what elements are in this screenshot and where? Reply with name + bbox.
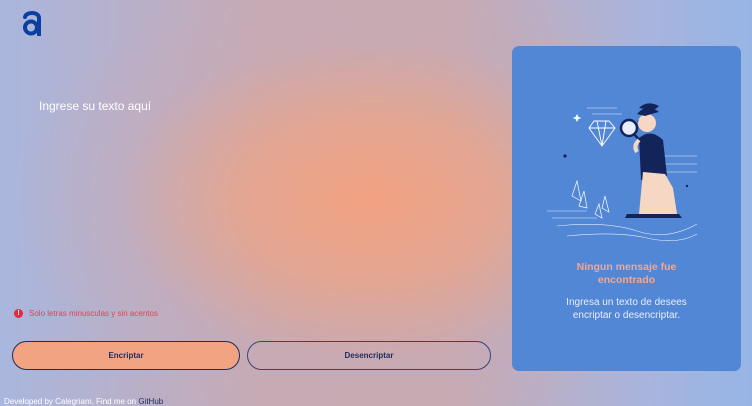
footer: Developed by Calegriam. Find me on GitHu… — [4, 397, 163, 406]
text-input-placeholder: Ingrese su texto aquí — [39, 99, 152, 113]
panel-text: Ingresa un texto de desees encriptar o d… — [566, 297, 687, 321]
logo — [20, 10, 44, 37]
encrypt-button[interactable]: Encriptar — [12, 341, 240, 370]
panel-title: Ningun mensaje fue encontrado — [576, 261, 677, 286]
warning-text: Solo letras minusculas y sin acentos — [29, 309, 158, 318]
footer-text: Developed by Calegriam. Find me on — [4, 397, 137, 406]
person-with-magnifier-illustration — [547, 103, 698, 242]
encrypt-button-label: Encriptar — [108, 351, 144, 360]
result-panel: Ningun mensaje fue encontrado Ingresa un… — [512, 46, 741, 371]
input-warning: ! Solo letras minusculas y sin acentos — [14, 309, 158, 318]
text-input-area[interactable]: Ingrese su texto aquí — [39, 99, 151, 113]
decrypt-button-label: Desencriptar — [344, 351, 394, 360]
alura-logo-icon — [23, 11, 41, 37]
decrypt-button[interactable]: Desencriptar — [247, 341, 491, 370]
github-link[interactable]: GitHub — [138, 397, 163, 406]
exclamation-icon: ! — [14, 309, 23, 318]
